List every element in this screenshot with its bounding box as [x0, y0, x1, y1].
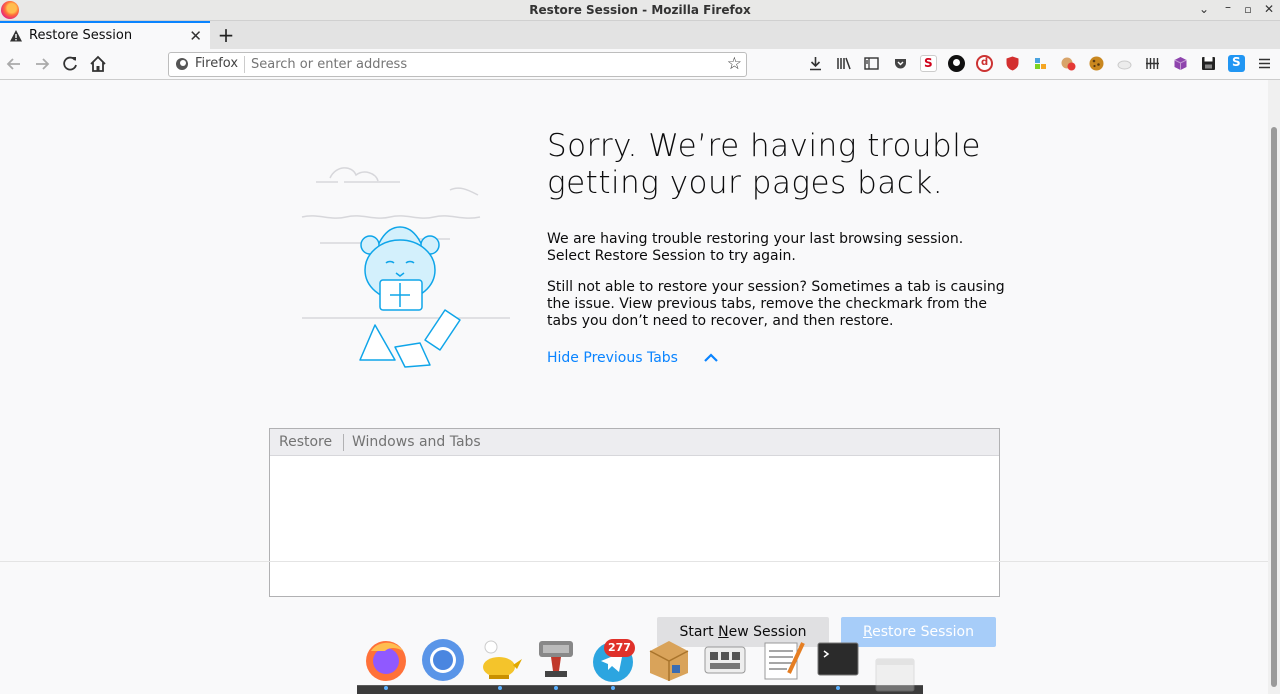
identity-label: Firefox — [195, 56, 239, 71]
s-extension-icon[interactable]: S — [920, 55, 937, 72]
session-tabs-tree[interactable]: Restore Windows and Tabs — [269, 428, 1000, 597]
url-bar[interactable]: Firefox ☆ — [168, 52, 747, 77]
window-close-button[interactable]: ✕ — [1262, 2, 1276, 16]
running-indicator — [611, 686, 615, 690]
column-separator — [343, 434, 344, 451]
sidebar-icon[interactable] — [863, 55, 880, 72]
pocket-icon[interactable] — [892, 55, 909, 72]
restore-trouble-text: We are having trouble restoring your las… — [547, 231, 964, 264]
restore-session-button[interactable]: Restore Session — [841, 617, 996, 647]
telegram-badge: 277 — [604, 639, 635, 657]
download-icon[interactable] — [807, 55, 824, 72]
vertical-scrollbar[interactable] — [1268, 80, 1280, 694]
window-title: Restore Session - Mozilla Firefox — [529, 3, 751, 17]
library-icon[interactable] — [835, 55, 852, 72]
genie-lamp-icon[interactable] — [477, 637, 523, 683]
keyboard-icon[interactable] — [702, 637, 748, 683]
puzzle-extension-icon[interactable] — [1032, 55, 1049, 72]
bookmark-star-icon[interactable]: ☆ — [727, 54, 742, 74]
d-extension-icon[interactable]: d — [976, 55, 993, 72]
address-input[interactable] — [251, 55, 711, 74]
minimize-button[interactable]: – — [1221, 0, 1235, 14]
bear-illustration — [301, 167, 510, 368]
url-separator — [244, 56, 245, 73]
cookie-icon[interactable] — [1088, 55, 1105, 72]
firefox-icon[interactable] — [363, 637, 409, 683]
forward-button[interactable] — [32, 54, 52, 74]
running-indicator — [384, 686, 388, 690]
back-button[interactable] — [4, 54, 24, 74]
new-tab-button[interactable]: + — [216, 23, 236, 47]
tab-close-icon[interactable]: ✕ — [189, 27, 202, 45]
running-indicator — [836, 686, 840, 690]
terminal-icon[interactable] — [815, 637, 861, 683]
restore-help-text: Still not able to restore your session? … — [547, 279, 1005, 329]
window-icon[interactable] — [872, 655, 918, 694]
tab-label: Restore Session — [29, 28, 133, 43]
page-title: Sorry. We’re having trouble getting your… — [547, 128, 981, 201]
text-editor-icon[interactable] — [759, 637, 805, 683]
maximize-button[interactable]: ▫ — [1241, 3, 1255, 16]
chevron-down-icon[interactable]: ⌄ — [1197, 2, 1211, 16]
warning-icon — [10, 30, 22, 42]
shield-extension-icon[interactable] — [1004, 55, 1021, 72]
menu-icon[interactable] — [1256, 55, 1273, 72]
reload-button[interactable] — [60, 54, 80, 74]
home-button[interactable] — [88, 54, 108, 74]
package-icon[interactable] — [646, 637, 692, 683]
chevron-up-icon[interactable] — [703, 350, 719, 366]
columns-icon[interactable] — [1144, 55, 1161, 72]
window-titlebar: Restore Session - Mozilla Firefox ⌄ – ▫ … — [0, 0, 1280, 21]
running-indicator — [498, 686, 502, 690]
cookie-autodelete-icon[interactable] — [1060, 55, 1077, 72]
stamp-tool-icon[interactable] — [533, 637, 579, 683]
cloud-icon[interactable] — [1116, 55, 1133, 72]
scrollbar-thumb[interactable] — [1271, 127, 1277, 687]
restore-column-header[interactable]: Restore — [279, 434, 332, 450]
tab-restore-session[interactable]: Restore Session ✕ — [0, 21, 210, 49]
save-icon[interactable] — [1200, 55, 1217, 72]
tree-header: Restore Windows and Tabs — [270, 429, 999, 456]
cube-icon[interactable] — [1172, 55, 1189, 72]
chromium-icon[interactable] — [420, 637, 466, 683]
footer-divider — [0, 561, 1268, 562]
windows-tabs-column-header[interactable]: Windows and Tabs — [352, 434, 481, 450]
navigation-toolbar: Firefox ☆ S d — [0, 49, 1280, 80]
hide-previous-tabs-link[interactable]: Hide Previous Tabs — [547, 350, 678, 366]
cookie-extension-icon[interactable] — [948, 55, 965, 72]
running-indicator — [554, 686, 558, 690]
tab-strip: Restore Session ✕ + — [0, 21, 1280, 49]
s-blue-icon[interactable]: S — [1228, 55, 1245, 72]
firefox-identity-icon — [176, 58, 188, 70]
